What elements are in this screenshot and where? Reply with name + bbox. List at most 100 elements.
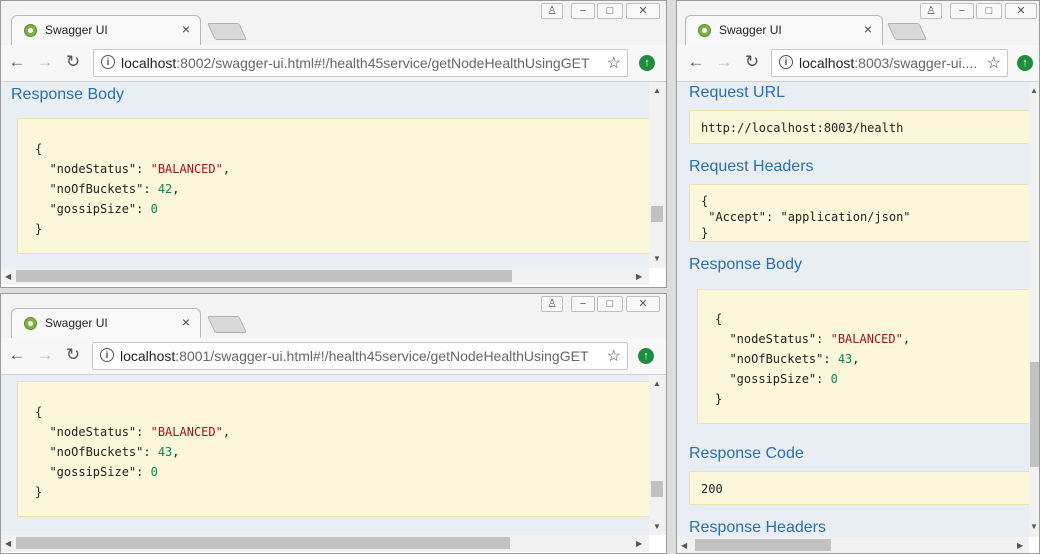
browser-window-8001: Swagger UI × ♙ − □ ✕ ← → ↻ i localhost:8… — [0, 293, 667, 554]
bookmark-star-icon[interactable]: ☆ — [987, 53, 1001, 73]
browser-window-8003: Swagger UI × ♙ − □ ✕ ← → ↻ i localhost:8… — [676, 0, 1040, 554]
vertical-scrollbar[interactable]: ▲ ▼ — [649, 82, 666, 268]
toolbar: ← → ↻ i localhost:8002/swagger-ui.html#!… — [1, 45, 666, 82]
window-close-button[interactable]: ✕ — [626, 296, 660, 312]
info-icon[interactable]: i — [101, 55, 115, 69]
scroll-thumb[interactable] — [651, 481, 663, 497]
response-body-title: Response Body — [689, 256, 802, 273]
bookmark-star-icon[interactable]: ☆ — [607, 53, 621, 73]
swagger-favicon-icon — [24, 317, 37, 330]
reload-button[interactable]: ↻ — [63, 52, 83, 72]
response-body-title: Response Body — [11, 86, 124, 103]
scroll-down-icon[interactable]: ▼ — [653, 254, 661, 263]
tab-title: Swagger UI — [45, 23, 108, 37]
scroll-up-icon[interactable]: ▲ — [653, 379, 661, 388]
user-icon[interactable]: ♙ — [541, 296, 563, 312]
vertical-scrollbar[interactable]: ▲ ▼ — [649, 375, 666, 535]
address-bar[interactable]: i localhost:8002/swagger-ui.html#!/healt… — [93, 49, 628, 77]
scroll-up-icon[interactable]: ▲ — [1030, 86, 1038, 95]
scroll-right-icon[interactable]: ▶ — [636, 539, 642, 548]
scroll-thumb[interactable] — [651, 206, 663, 222]
response-code-title: Response Code — [689, 445, 804, 462]
extension-icon[interactable]: ↑ — [638, 348, 654, 364]
maximize-button[interactable]: □ — [597, 3, 623, 19]
minimize-button[interactable]: − — [571, 296, 595, 312]
info-icon[interactable]: i — [100, 348, 114, 362]
bookmark-star-icon[interactable]: ☆ — [607, 346, 621, 366]
response-code-box: 200 — [689, 471, 1029, 505]
tab-swagger-ui[interactable]: Swagger UI × — [685, 15, 883, 46]
swagger-favicon-icon — [24, 24, 37, 37]
horizontal-scrollbar[interactable]: ◀ ▶ — [677, 537, 1029, 553]
address-bar[interactable]: i localhost:8003/swagger-ui.... ☆ — [771, 49, 1008, 77]
url-text: localhost:8002/swagger-ui.html#!/health4… — [121, 55, 590, 71]
info-icon[interactable]: i — [779, 55, 793, 69]
scroll-down-icon[interactable]: ▼ — [653, 522, 661, 531]
vertical-scrollbar[interactable]: ▲ ▼ — [1029, 82, 1039, 537]
page-content: Response Body { "nodeStatus": "BALANCED"… — [1, 82, 649, 268]
scroll-down-icon[interactable]: ▼ — [1030, 522, 1038, 531]
address-bar[interactable]: i localhost:8001/swagger-ui.html#!/healt… — [92, 342, 628, 370]
page-content: { "nodeStatus": "BALANCED", "noOfBuckets… — [1, 375, 649, 535]
forward-button[interactable]: → — [35, 52, 55, 72]
extension-icon[interactable]: ↑ — [1017, 55, 1033, 71]
extension-icon[interactable]: ↑ — [639, 55, 655, 71]
scroll-left-icon[interactable]: ◀ — [681, 541, 687, 550]
request-headers-box: { "Accept": "application/json" } — [689, 184, 1029, 242]
scroll-thumb[interactable] — [16, 270, 512, 282]
scroll-left-icon[interactable]: ◀ — [5, 539, 11, 548]
tab-swagger-ui[interactable]: Swagger UI × — [11, 15, 201, 46]
tab-title: Swagger UI — [719, 23, 782, 37]
response-body-code: { "nodeStatus": "BALANCED", "noOfBuckets… — [697, 289, 1029, 424]
back-button[interactable]: ← — [7, 345, 27, 365]
new-tab-button[interactable] — [207, 23, 247, 40]
new-tab-button[interactable] — [887, 23, 927, 40]
scroll-thumb[interactable] — [1030, 362, 1039, 467]
horizontal-scrollbar[interactable]: ◀ ▶ — [1, 268, 649, 285]
scroll-right-icon[interactable]: ▶ — [636, 272, 642, 281]
forward-button[interactable]: → — [714, 52, 734, 72]
response-body-code: { "nodeStatus": "BALANCED", "noOfBuckets… — [17, 381, 649, 517]
title-bar: Swagger UI × ♙ − □ ✕ — [1, 1, 666, 46]
toolbar: ← → ↻ i localhost:8001/swagger-ui.html#!… — [1, 338, 666, 375]
swagger-favicon-icon — [698, 24, 711, 37]
forward-button[interactable]: → — [35, 345, 55, 365]
tab-close-icon[interactable]: × — [864, 21, 872, 37]
tab-close-icon[interactable]: × — [182, 314, 190, 330]
maximize-button[interactable]: □ — [976, 3, 1002, 19]
request-headers-title: Request Headers — [689, 158, 814, 175]
horizontal-scrollbar[interactable]: ◀ ▶ — [1, 535, 649, 552]
page-content: Request URL http://localhost:8003/health… — [677, 82, 1029, 537]
user-icon[interactable]: ♙ — [541, 3, 563, 19]
scroll-thumb[interactable] — [16, 537, 510, 549]
window-close-button[interactable]: ✕ — [1005, 3, 1037, 19]
title-bar: Swagger UI × ♙ − □ ✕ — [677, 1, 1039, 46]
back-button[interactable]: ← — [686, 52, 706, 72]
scroll-left-icon[interactable]: ◀ — [5, 272, 11, 281]
response-code-value: 200 — [701, 482, 723, 496]
toolbar: ← → ↻ i localhost:8003/swagger-ui.... ☆ … — [677, 45, 1039, 82]
new-tab-button[interactable] — [207, 316, 247, 333]
browser-window-8002: Swagger UI × ♙ − □ ✕ ← → ↻ i localhost:8… — [0, 0, 667, 288]
reload-button[interactable]: ↻ — [742, 52, 762, 72]
user-icon[interactable]: ♙ — [920, 3, 942, 19]
url-text: localhost:8003/swagger-ui.... — [799, 55, 978, 71]
url-text: localhost:8001/swagger-ui.html#!/health4… — [120, 348, 589, 364]
tab-close-icon[interactable]: × — [182, 21, 190, 37]
scroll-up-icon[interactable]: ▲ — [653, 86, 661, 95]
scroll-right-icon[interactable]: ▶ — [1017, 541, 1023, 550]
request-url-value: http://localhost:8003/health — [701, 121, 904, 135]
title-bar: Swagger UI × ♙ − □ ✕ — [1, 294, 666, 339]
response-body-code: { "nodeStatus": "BALANCED", "noOfBuckets… — [17, 118, 649, 254]
tab-swagger-ui[interactable]: Swagger UI × — [11, 308, 201, 339]
back-button[interactable]: ← — [7, 52, 27, 72]
minimize-button[interactable]: − — [950, 3, 974, 19]
minimize-button[interactable]: − — [571, 3, 595, 19]
request-url-title: Request URL — [689, 84, 786, 101]
tab-title: Swagger UI — [45, 316, 108, 330]
request-url-box: http://localhost:8003/health — [689, 110, 1029, 144]
window-close-button[interactable]: ✕ — [626, 3, 660, 19]
scroll-thumb[interactable] — [695, 539, 831, 551]
maximize-button[interactable]: □ — [597, 296, 623, 312]
reload-button[interactable]: ↻ — [63, 345, 83, 365]
